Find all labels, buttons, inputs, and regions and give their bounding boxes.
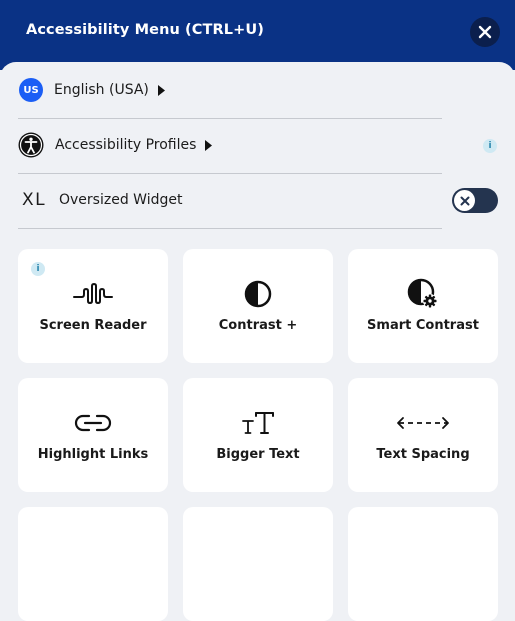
contrast-plus-label: Contrast + [218,318,298,333]
highlight-links-label: Highlight Links [37,447,149,462]
divider [18,228,442,229]
accessibility-person-icon [18,132,44,158]
smart-contrast-label: Smart Contrast [367,318,479,333]
screen-reader-label: Screen Reader [39,318,147,333]
text-spacing-tile[interactable]: Text Spacing [348,378,498,492]
highlight-links-tile[interactable]: Highlight Links [18,378,168,492]
screen-reader-info-icon[interactable]: i [31,262,45,276]
waveform-icon [73,283,113,304]
menu-header: Accessibility Menu (CTRL+U) [0,0,515,70]
oversized-widget-label: Oversized Widget [59,192,183,208]
link-icon [74,414,112,432]
feature-tile[interactable] [348,507,498,621]
close-button[interactable] [470,17,500,47]
caret-right-icon [205,139,213,151]
caret-right-icon [157,84,165,96]
half-circle-icon [244,280,272,308]
toggle-off-icon [460,196,469,205]
screen-reader-tile[interactable]: i Screen Reader [18,249,168,363]
menu-title: Accessibility Menu (CTRL+U) [26,22,264,38]
language-flag-badge: US [19,78,43,102]
xl-icon: XL [22,190,47,210]
toggle-knob [454,190,475,211]
bigger-text-tile[interactable]: Bigger Text [183,378,333,492]
language-label: English (USA) [54,82,149,98]
oversized-widget-toggle[interactable] [452,188,498,213]
contrast-plus-tile[interactable]: Contrast + [183,249,333,363]
half-circle-gear-icon [407,278,437,308]
accessibility-profiles-selector[interactable]: Accessibility Profiles [18,118,442,172]
accessibility-profiles-label: Accessibility Profiles [55,137,197,153]
text-size-icon [242,412,274,434]
text-spacing-label: Text Spacing [376,447,470,462]
oversized-widget-row: XL Oversized Widget [18,173,442,227]
profiles-info-icon[interactable]: i [483,139,497,153]
smart-contrast-tile[interactable]: Smart Contrast [348,249,498,363]
spacing-arrows-icon [397,417,449,429]
bigger-text-label: Bigger Text [216,447,300,462]
language-selector[interactable]: US English (USA) [18,63,442,117]
close-icon [478,25,492,39]
feature-tile[interactable] [183,507,333,621]
feature-tile[interactable] [18,507,168,621]
